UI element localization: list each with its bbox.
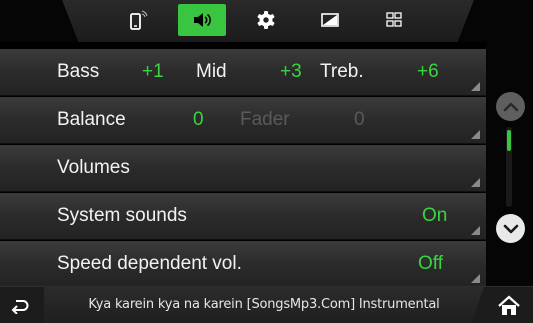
home-icon <box>498 295 520 315</box>
tab-apps[interactable] <box>370 4 418 36</box>
treble-label: Treb. <box>320 61 364 82</box>
scroll-up-button[interactable] <box>496 92 525 121</box>
grid-icon <box>386 12 402 27</box>
speaker-icon <box>194 13 211 27</box>
row-corner-indicator <box>471 274 480 283</box>
volumes-label: Volumes <box>57 157 130 178</box>
row-corner-indicator <box>471 130 480 139</box>
scroll-down-button[interactable] <box>496 214 525 243</box>
bottom-bar: Kya karein kya na karein [SongsMp3.Com] … <box>0 286 533 323</box>
mid-label: Mid <box>196 61 227 82</box>
row-corner-indicator <box>471 82 480 91</box>
now-playing-bar[interactable]: Kya karein kya na karein [SongsMp3.Com] … <box>44 287 484 323</box>
back-arrow-icon <box>11 299 29 314</box>
display-icon <box>321 13 339 27</box>
balance-label: Balance <box>57 109 126 130</box>
system-sounds-value: On <box>422 205 448 226</box>
system-sounds-row[interactable]: System sounds On <box>0 193 486 240</box>
back-button[interactable] <box>0 287 40 323</box>
tab-settings[interactable] <box>242 4 290 36</box>
row-corner-indicator <box>471 226 480 235</box>
scrollbar-thumb[interactable] <box>507 130 511 151</box>
tab-audio[interactable] <box>178 4 226 36</box>
bass-label: Bass <box>57 61 100 82</box>
now-playing-title: Kya karein kya na karein [SongsMp3.Com] … <box>88 297 440 312</box>
top-tab-bar <box>0 0 533 42</box>
speed-volume-value: Off <box>418 253 443 274</box>
fader-label: Fader <box>240 109 290 130</box>
tab-display[interactable] <box>306 4 354 36</box>
scroll-controls <box>486 42 533 286</box>
chevron-up-icon <box>503 102 518 111</box>
speed-volume-row[interactable]: Speed dependent vol. Off <box>0 241 486 288</box>
gear-icon <box>257 11 275 29</box>
volumes-row[interactable]: Volumes <box>0 145 486 192</box>
tab-phone[interactable] <box>114 4 162 36</box>
speed-volume-label: Speed dependent vol. <box>57 253 242 274</box>
treble-value: +6 <box>417 61 439 82</box>
home-button[interactable] <box>485 287 533 323</box>
bass-value: +1 <box>142 61 164 82</box>
audio-settings-list: Bass +1 Mid +3 Treb. +6 Balance 0 Fader … <box>0 42 486 288</box>
chevron-down-icon <box>503 224 518 233</box>
fader-value: 0 <box>354 109 365 130</box>
phone-icon <box>130 10 148 30</box>
balance-value: 0 <box>193 109 204 130</box>
system-sounds-label: System sounds <box>57 205 187 226</box>
tone-row[interactable]: Bass +1 Mid +3 Treb. +6 <box>0 49 486 96</box>
balance-row[interactable]: Balance 0 Fader 0 <box>0 97 486 144</box>
mid-value: +3 <box>280 61 302 82</box>
row-corner-indicator <box>471 178 480 187</box>
